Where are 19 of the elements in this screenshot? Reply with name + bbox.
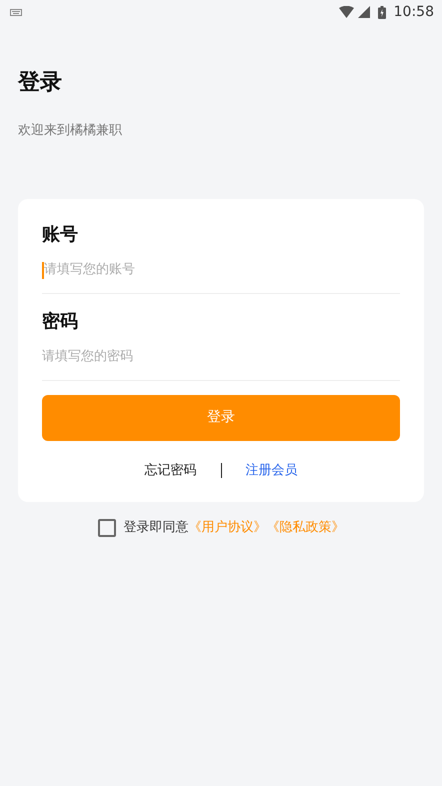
keyboard-icon <box>10 8 22 16</box>
wifi-icon <box>338 6 354 18</box>
status-time: 10:58 <box>394 2 434 22</box>
field-label: 密码 <box>42 310 79 334</box>
register-link[interactable]: 注册会员 <box>246 460 298 480</box>
input-field[interactable]: 请填写您的密码 <box>42 347 400 367</box>
welcome-text: 欢迎来到橘橘兼职 <box>18 122 123 140</box>
forgot-password-link[interactable]: 忘记密码 <box>144 460 196 480</box>
agreement-text: 登录即同意 <box>124 519 188 537</box>
text-caret <box>42 262 44 278</box>
field-label: 账号 <box>42 222 79 246</box>
battery-icon <box>378 6 386 18</box>
input-field[interactable]: 请填写您的账号 <box>44 260 400 280</box>
login-button[interactable]: 登录 <box>42 394 400 440</box>
agreement-checkbox[interactable] <box>98 518 116 537</box>
signal-icon <box>358 6 370 18</box>
policy-link[interactable]: 《用户协议》 <box>188 518 266 538</box>
page-title: 登录 <box>18 69 63 97</box>
policy-link[interactable]: 《隐私政策》 <box>266 518 344 538</box>
